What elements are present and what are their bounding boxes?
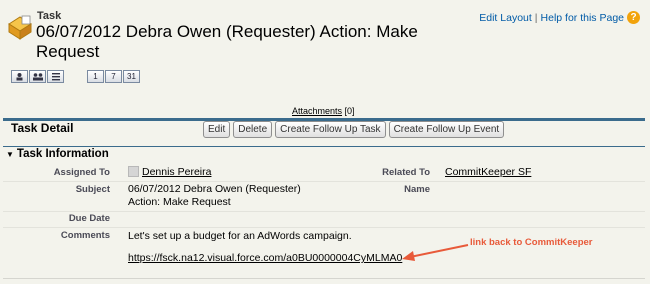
edit-button[interactable]: Edit: [203, 121, 231, 138]
single-user-icon[interactable]: [11, 70, 28, 83]
help-icon[interactable]: ?: [627, 11, 640, 24]
name-label: Name: [404, 184, 430, 195]
subject-line-2: Action: Make Request: [128, 196, 231, 208]
link-separator: |: [534, 12, 538, 24]
week-view-icon[interactable]: 7: [105, 70, 122, 83]
comments-text: Let's set up a budget for an AdWords cam…: [128, 230, 352, 242]
attachments-link[interactable]: Attachments: [292, 106, 342, 116]
commitkeeper-url-link[interactable]: https://fsck.na12.visual.force.com/a0BU0…: [128, 252, 402, 264]
create-follow-up-event-button[interactable]: Create Follow Up Event: [388, 121, 505, 138]
multi-user-icon[interactable]: [29, 70, 46, 83]
page-title: 06/07/2012 Debra Owen (Requester) Action…: [36, 22, 418, 61]
annotation-arrow-icon: [402, 244, 469, 261]
section-header[interactable]: ▼ Task Information: [6, 148, 109, 160]
due-date-label: Due Date: [68, 213, 110, 224]
create-follow-up-task-button[interactable]: Create Follow Up Task: [275, 121, 386, 138]
edit-layout-link[interactable]: Edit Layout: [479, 12, 532, 24]
attachments-link-area: Attachments [0]: [292, 106, 355, 116]
triangle-down-icon[interactable]: ▼: [6, 150, 14, 159]
calendar-view-buttons: 1 7 31: [11, 70, 141, 84]
delete-button[interactable]: Delete: [233, 121, 273, 138]
assigned-to-link[interactable]: Dennis Pereira: [142, 166, 211, 178]
subject-value: 06/07/2012 Debra Owen (Requester) Action…: [128, 183, 301, 209]
comments-url: https://fsck.na12.visual.force.com/a0BU0…: [128, 252, 402, 265]
subject-label: Subject: [75, 184, 110, 195]
day-view-icon[interactable]: 1: [87, 70, 104, 83]
subject-line-1: 06/07/2012 Debra Owen (Requester): [128, 183, 301, 195]
detail-buttons: Edit Delete Create Follow Up Task Create…: [203, 121, 507, 138]
view-gap: [65, 70, 87, 84]
task-detail-page: Task 06/07/2012 Debra Owen (Requester) A…: [0, 0, 650, 284]
help-page-link[interactable]: Help for this Page: [541, 12, 624, 24]
task-icon: [8, 15, 32, 40]
related-to-value: CommitKeeper SF: [445, 166, 531, 179]
section-title: Task Information: [16, 148, 109, 160]
list-icon[interactable]: [47, 70, 64, 83]
section-divider: [3, 146, 645, 147]
object-type-label: Task: [37, 10, 62, 22]
related-to-label: Related To: [382, 167, 430, 178]
assigned-to-value: Dennis Pereira: [128, 166, 211, 179]
row-divider: [3, 227, 645, 228]
comments-label: Comments: [60, 230, 110, 241]
row-divider: [3, 181, 645, 182]
assigned-to-label: Assigned To: [53, 167, 110, 178]
avatar: [128, 166, 139, 177]
month-view-icon[interactable]: 31: [123, 70, 140, 83]
bottom-divider: [3, 278, 645, 279]
attachments-count: [0]: [344, 106, 355, 116]
detail-title: Task Detail: [11, 121, 74, 135]
related-to-link[interactable]: CommitKeeper SF: [445, 166, 531, 178]
annotation-label: link back to CommitKeeper: [470, 237, 593, 248]
row-divider: [3, 211, 645, 212]
help-links: Edit Layout | Help for this Page: [479, 12, 624, 24]
